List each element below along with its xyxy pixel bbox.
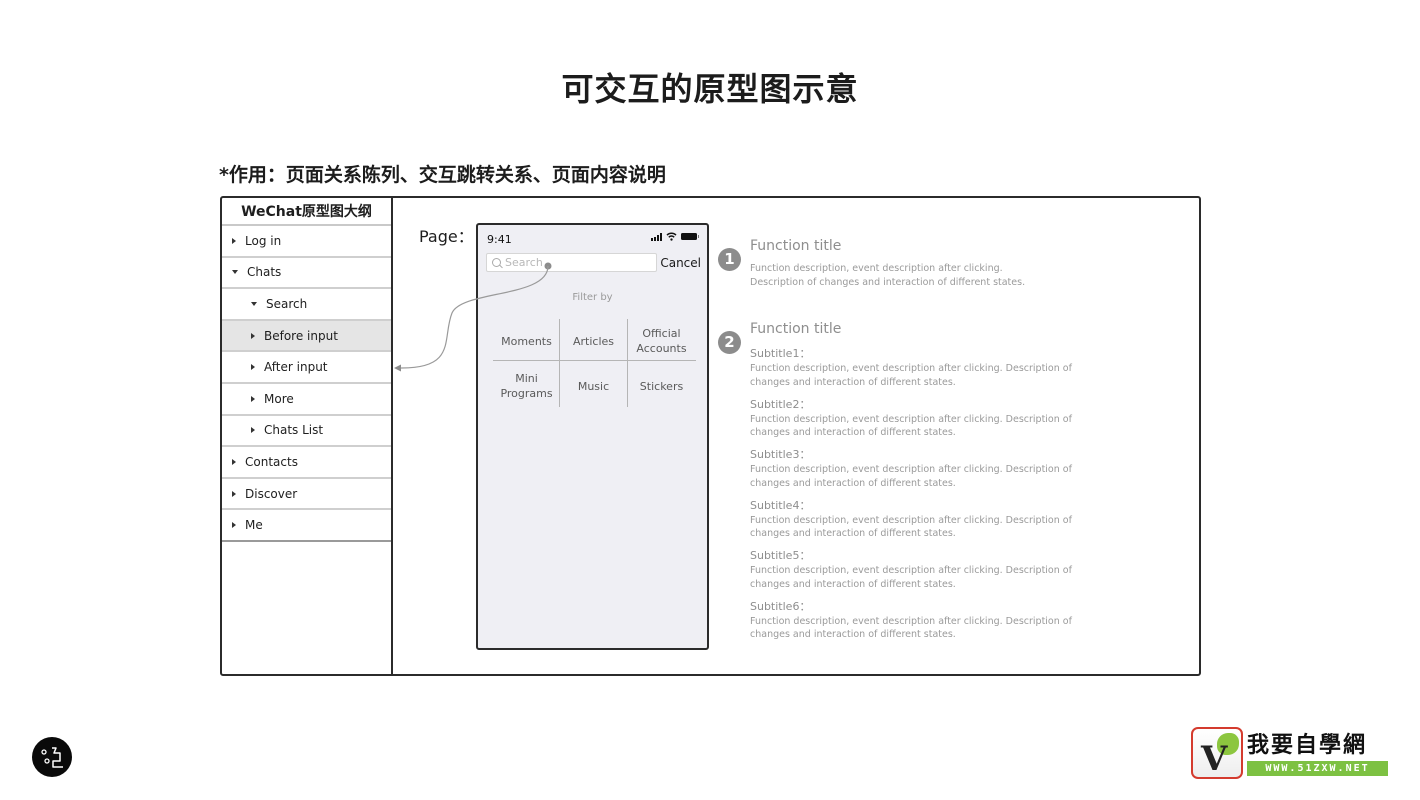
filter-music[interactable]: Music	[560, 364, 627, 408]
subtitle-description: Function description, event description …	[750, 514, 1072, 526]
caret-right-icon[interactable]	[232, 522, 236, 529]
filter-grid: Moments Articles Official Accounts Mini …	[493, 319, 696, 407]
outline-item-me[interactable]: Me	[222, 510, 391, 542]
subtitle-description: Function description, event description …	[750, 615, 1072, 627]
outline-item-label: More	[264, 391, 294, 406]
outline-sidebar: WeChat原型图大纲 Log in Chats Search Before inpu…	[222, 198, 393, 674]
signal-icon	[651, 232, 662, 241]
subtitle-label: Subtitle5：	[750, 549, 811, 562]
outline-item-more[interactable]: More	[222, 384, 391, 416]
grid-divider	[559, 319, 560, 407]
subtitle-description: changes and interaction of different sta…	[750, 427, 956, 438]
search-input[interactable]: Search	[486, 253, 657, 272]
site-logo-letter: V	[1201, 739, 1228, 779]
subtitle-description: Function description, event description …	[750, 565, 1072, 576]
subtitle-description: Function description, event description …	[750, 413, 1072, 425]
filter-articles[interactable]: Articles	[560, 319, 627, 363]
outline-item-contacts[interactable]: Contacts	[222, 447, 391, 479]
outline-item-label: Log in	[245, 233, 282, 248]
caret-right-icon[interactable]	[251, 427, 255, 434]
subtitle-description: changes and interaction of different sta…	[750, 528, 956, 539]
function-title: Function title	[750, 321, 842, 337]
site-logo-url: WWW.51ZXW.NET	[1247, 761, 1388, 776]
grid-divider	[493, 360, 696, 361]
grid-divider	[627, 319, 628, 407]
status-time: 9:41	[487, 233, 512, 246]
outline-item-label: Discover	[245, 486, 298, 501]
outline-item-label: After input	[264, 360, 328, 375]
function-description: Function description, event description …	[750, 263, 1003, 274]
caret-down-icon[interactable]	[251, 301, 257, 306]
subtitle-label: Subtitle4：	[750, 498, 811, 512]
filter-moments[interactable]: Moments	[493, 319, 560, 363]
phone-mockup: 9:41 Search Cancel Filter by Moments Art…	[476, 223, 709, 650]
caret-right-icon[interactable]	[251, 395, 255, 402]
connector-arrowhead	[394, 364, 401, 372]
prototype-frame: WeChat原型图大纲 Log in Chats Search Before inpu…	[220, 196, 1201, 676]
page-title: 可交互的原型图示意	[561, 70, 859, 108]
number-badge-2: 2	[718, 331, 741, 354]
function-title: Function title	[750, 238, 842, 254]
outline-item-search[interactable]: Search	[222, 289, 391, 321]
subtitle-description: Function description, event description …	[750, 363, 1072, 374]
outline-item-chats-list[interactable]: Chats List	[222, 416, 391, 448]
filter-official-accounts[interactable]: Official Accounts	[628, 319, 695, 363]
page-label: Page：	[419, 227, 474, 246]
author-logo-icon	[41, 747, 63, 768]
search-icon	[492, 258, 501, 267]
filter-mini-programs[interactable]: Mini Programs	[493, 364, 560, 408]
battery-icon	[681, 233, 699, 240]
subtitle-label: Subtitle6：	[750, 599, 811, 613]
subtitle-description: changes and interaction of different sta…	[750, 477, 956, 489]
author-logo	[32, 737, 72, 777]
caret-right-icon[interactable]	[232, 458, 236, 465]
subtitle-label: Subtitle3：	[750, 448, 811, 461]
site-logo: V 我要自學網 WWW.51ZXW.NET	[1191, 727, 1388, 779]
caret-down-icon[interactable]	[232, 270, 238, 275]
subtitle-description: Function description, event description …	[750, 464, 1072, 475]
caret-right-icon[interactable]	[232, 237, 236, 244]
caret-right-icon[interactable]	[251, 332, 255, 339]
site-logo-badge: V	[1191, 727, 1243, 779]
status-bar-icons	[651, 232, 699, 241]
caret-right-icon[interactable]	[251, 364, 255, 371]
function-description: Description of changes and interaction o…	[750, 276, 1026, 288]
subtitle-label: Subtitle1：	[750, 347, 811, 360]
outline-item-label: Chats	[247, 265, 282, 280]
subtitle-label: Subtitle2：	[750, 397, 811, 411]
subtitle-description: changes and interaction of different sta…	[750, 376, 956, 388]
outline-item-label: Before input	[264, 328, 338, 343]
cancel-button[interactable]: Cancel	[660, 256, 701, 270]
purpose-subtitle: *作用：页面关系陈列、交互跳转关系、页面内容说明	[219, 164, 666, 186]
outline-item-label: Contacts	[245, 454, 298, 469]
wifi-icon	[666, 232, 677, 241]
number-badge-1: 1	[718, 248, 741, 271]
filter-by-label: Filter by	[572, 292, 613, 303]
outline-item-log-in[interactable]: Log in	[222, 226, 391, 258]
filter-stickers[interactable]: Stickers	[628, 364, 695, 408]
outline-item-label: Chats List	[264, 423, 324, 438]
caret-right-icon[interactable]	[232, 490, 236, 497]
site-logo-title: 我要自學網	[1247, 733, 1368, 758]
outline-item-label: Me	[245, 518, 263, 533]
outline-item-label: Search	[266, 296, 308, 311]
outline-list: Log in Chats Search Before input After input…	[222, 226, 391, 542]
outline-item-before-input[interactable]: Before input	[222, 320, 391, 353]
subtitle-description: changes and interaction of different sta…	[750, 578, 956, 590]
outline-title: WeChat原型图大纲	[222, 198, 391, 226]
outline-item-after-input[interactable]: After input	[222, 352, 391, 384]
subtitle-description: changes and interaction of different sta…	[750, 629, 956, 640]
search-placeholder: Search	[505, 256, 543, 269]
outline-item-discover[interactable]: Discover	[222, 479, 391, 511]
outline-item-chats[interactable]: Chats	[222, 258, 391, 290]
